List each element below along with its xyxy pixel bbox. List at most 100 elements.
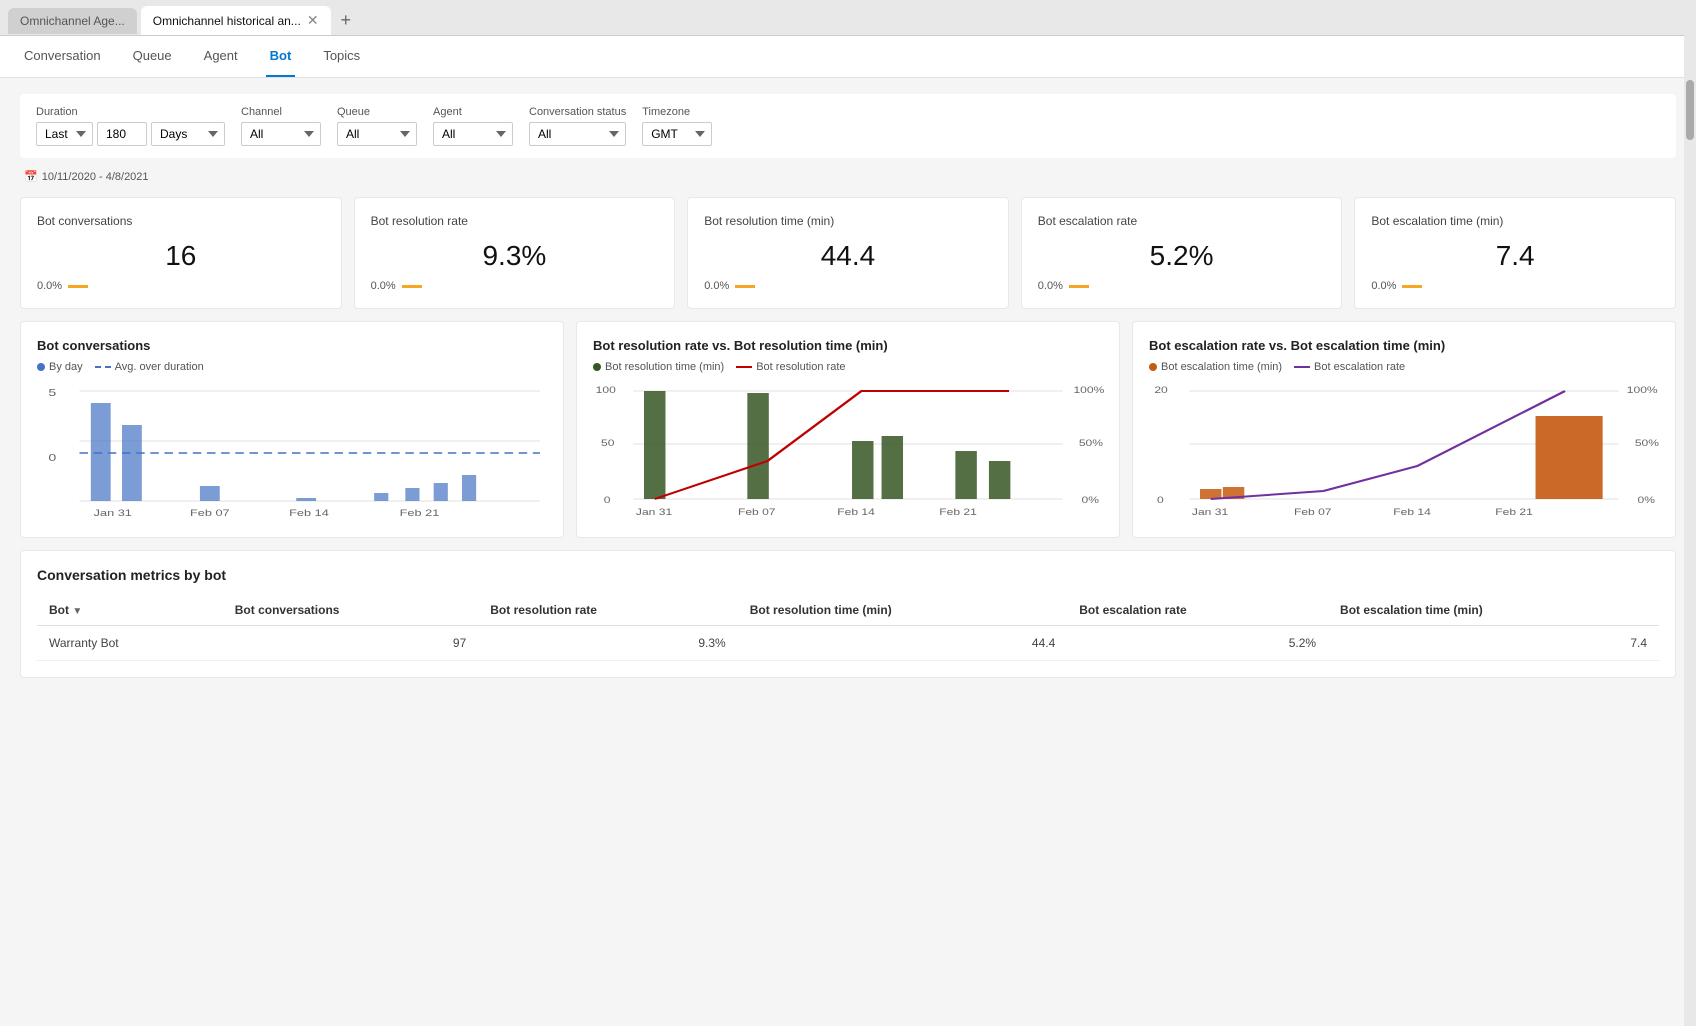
- kpi-bot-escalation-time-value: 7.4: [1371, 240, 1659, 272]
- duration-number-input[interactable]: [97, 122, 147, 146]
- col-bot-label: Bot: [49, 603, 69, 617]
- svg-text:0: 0: [48, 452, 56, 463]
- timezone-label: Timezone: [642, 106, 712, 118]
- channel-label: Channel: [241, 106, 321, 118]
- filters-panel: Duration Last Days Weeks Months Channel …: [20, 94, 1676, 158]
- channel-select[interactable]: All: [241, 122, 321, 146]
- svg-text:0: 0: [604, 495, 611, 505]
- conversation-status-label: Conversation status: [529, 106, 626, 118]
- legend-avg: Avg. over duration: [95, 361, 204, 373]
- date-range-text: 10/11/2020 - 4/8/2021: [42, 171, 149, 183]
- chart-resolution-legend: Bot resolution time (min) Bot resolution…: [593, 361, 1103, 373]
- chart-resolution-title: Bot resolution rate vs. Bot resolution t…: [593, 338, 1103, 353]
- legend-escalation-rate-line: [1294, 366, 1310, 368]
- svg-text:100%: 100%: [1073, 385, 1104, 395]
- table-header-row: Bot ▼ Bot conversations Bot resolution r…: [37, 595, 1659, 626]
- chart-bot-conversations: Bot conversations By day Avg. over durat…: [20, 321, 564, 538]
- close-icon[interactable]: ✕: [307, 12, 319, 29]
- svg-text:Feb 21: Feb 21: [1495, 507, 1533, 517]
- svg-text:0%: 0%: [1082, 495, 1100, 505]
- scrollbar[interactable]: [1684, 0, 1696, 1026]
- kpi-bot-resolution-rate: Bot resolution rate 9.3% 0.0%: [354, 197, 676, 309]
- agent-select[interactable]: All: [433, 122, 513, 146]
- svg-text:Jan 31: Jan 31: [94, 509, 132, 519]
- conversation-status-select[interactable]: All: [529, 122, 626, 146]
- kpi-bot-resolution-time-value: 44.4: [704, 240, 992, 272]
- kpi-bot-escalation-time-change: 0.0%: [1371, 280, 1396, 292]
- nav-item-bot[interactable]: Bot: [266, 36, 296, 77]
- kpi-bot-resolution-time-bar: [735, 285, 755, 288]
- chart-resolution-svg: 100 50 0 100% 50% 0%: [593, 381, 1103, 521]
- timezone-select[interactable]: GMT: [642, 122, 712, 146]
- legend-resolution-rate-line: [736, 366, 752, 368]
- svg-text:Feb 14: Feb 14: [289, 509, 329, 519]
- chart-escalation-area: 20 0 100% 50% 0%: [1149, 381, 1659, 521]
- tab-inactive-label: Omnichannel Age...: [20, 14, 125, 28]
- nav-item-agent[interactable]: Agent: [200, 36, 242, 77]
- col-bot-conversations[interactable]: Bot conversations: [223, 595, 479, 626]
- kpi-bot-resolution-rate-change: 0.0%: [371, 280, 396, 292]
- svg-text:Feb 21: Feb 21: [400, 509, 440, 519]
- kpi-bot-conversations-title: Bot conversations: [37, 214, 325, 228]
- legend-avg-label: Avg. over duration: [115, 361, 204, 373]
- nav-item-queue[interactable]: Queue: [129, 36, 176, 77]
- kpi-bot-conversations-value: 16: [37, 240, 325, 272]
- duration-unit-select[interactable]: Days Weeks Months: [151, 122, 225, 146]
- chart-resolution: Bot resolution rate vs. Bot resolution t…: [576, 321, 1120, 538]
- legend-escalation-time-label: Bot escalation time (min): [1161, 361, 1282, 373]
- kpi-bot-resolution-time-title: Bot resolution time (min): [704, 214, 992, 228]
- new-tab-button[interactable]: +: [335, 8, 358, 33]
- col-bot-escalation-time[interactable]: Bot escalation time (min): [1328, 595, 1659, 626]
- kpi-bot-escalation-rate-bar: [1069, 285, 1089, 288]
- kpi-bot-resolution-rate-value: 9.3%: [371, 240, 659, 272]
- cell-bot-escalation-time: 7.4: [1328, 626, 1659, 661]
- kpi-row: Bot conversations 16 0.0% Bot resolution…: [20, 197, 1676, 309]
- svg-text:Feb 07: Feb 07: [738, 507, 776, 517]
- svg-text:0%: 0%: [1638, 495, 1656, 505]
- col-bot-resolution-time[interactable]: Bot resolution time (min): [738, 595, 1068, 626]
- legend-avg-dash: [95, 366, 111, 368]
- svg-text:100: 100: [596, 385, 616, 395]
- nav-item-topics[interactable]: Topics: [319, 36, 364, 77]
- cell-bot-resolution-time: 44.4: [738, 626, 1068, 661]
- kpi-bot-resolution-rate-title: Bot resolution rate: [371, 214, 659, 228]
- agent-filter: Agent All: [433, 106, 513, 146]
- scrollbar-thumb[interactable]: [1686, 80, 1694, 140]
- table-title: Conversation metrics by bot: [37, 567, 1659, 583]
- nav-item-conversation[interactable]: Conversation: [20, 36, 105, 77]
- legend-by-day-dot: [37, 363, 45, 371]
- kpi-bot-escalation-rate-title: Bot escalation rate: [1038, 214, 1326, 228]
- cell-bot-resolution-rate: 9.3%: [478, 626, 737, 661]
- queue-select[interactable]: All: [337, 122, 417, 146]
- tab-active-label: Omnichannel historical an...: [153, 14, 301, 28]
- tab-inactive[interactable]: Omnichannel Age...: [8, 8, 137, 34]
- svg-text:100%: 100%: [1627, 385, 1658, 395]
- col-bot-escalation-rate[interactable]: Bot escalation rate: [1067, 595, 1328, 626]
- channel-filter: Channel All: [241, 106, 321, 146]
- chart-escalation-title: Bot escalation rate vs. Bot escalation t…: [1149, 338, 1659, 353]
- svg-text:Feb 07: Feb 07: [190, 509, 230, 519]
- chart-escalation: Bot escalation rate vs. Bot escalation t…: [1132, 321, 1676, 538]
- svg-text:50%: 50%: [1079, 438, 1104, 448]
- duration-label: Duration: [36, 106, 225, 118]
- queue-filter: Queue All: [337, 106, 417, 146]
- kpi-bot-conversations: Bot conversations 16 0.0%: [20, 197, 342, 309]
- svg-text:Jan 31: Jan 31: [1192, 507, 1228, 517]
- kpi-bot-escalation-time: Bot escalation time (min) 7.4 0.0%: [1354, 197, 1676, 309]
- legend-escalation-time: Bot escalation time (min): [1149, 361, 1282, 373]
- chart-escalation-svg: 20 0 100% 50% 0%: [1149, 381, 1659, 521]
- tab-active[interactable]: Omnichannel historical an... ✕: [141, 6, 331, 35]
- svg-text:Feb 14: Feb 14: [837, 507, 875, 517]
- conversation-metrics-table-card: Conversation metrics by bot Bot ▼ Bot co…: [20, 550, 1676, 678]
- table-row: Warranty Bot 97 9.3% 44.4 5.2% 7.4: [37, 626, 1659, 661]
- cell-bot-name: Warranty Bot: [37, 626, 223, 661]
- legend-resolution-time-label: Bot resolution time (min): [605, 361, 724, 373]
- kpi-bot-escalation-rate-value: 5.2%: [1038, 240, 1326, 272]
- agent-label: Agent: [433, 106, 513, 118]
- svg-text:Feb 21: Feb 21: [939, 507, 977, 517]
- kpi-bot-conversations-bar: [68, 285, 88, 288]
- duration-prefix-select[interactable]: Last: [36, 122, 93, 146]
- col-bot-resolution-rate[interactable]: Bot resolution rate: [478, 595, 737, 626]
- col-bot[interactable]: Bot ▼: [37, 595, 223, 626]
- kpi-bot-resolution-time: Bot resolution time (min) 44.4 0.0%: [687, 197, 1009, 309]
